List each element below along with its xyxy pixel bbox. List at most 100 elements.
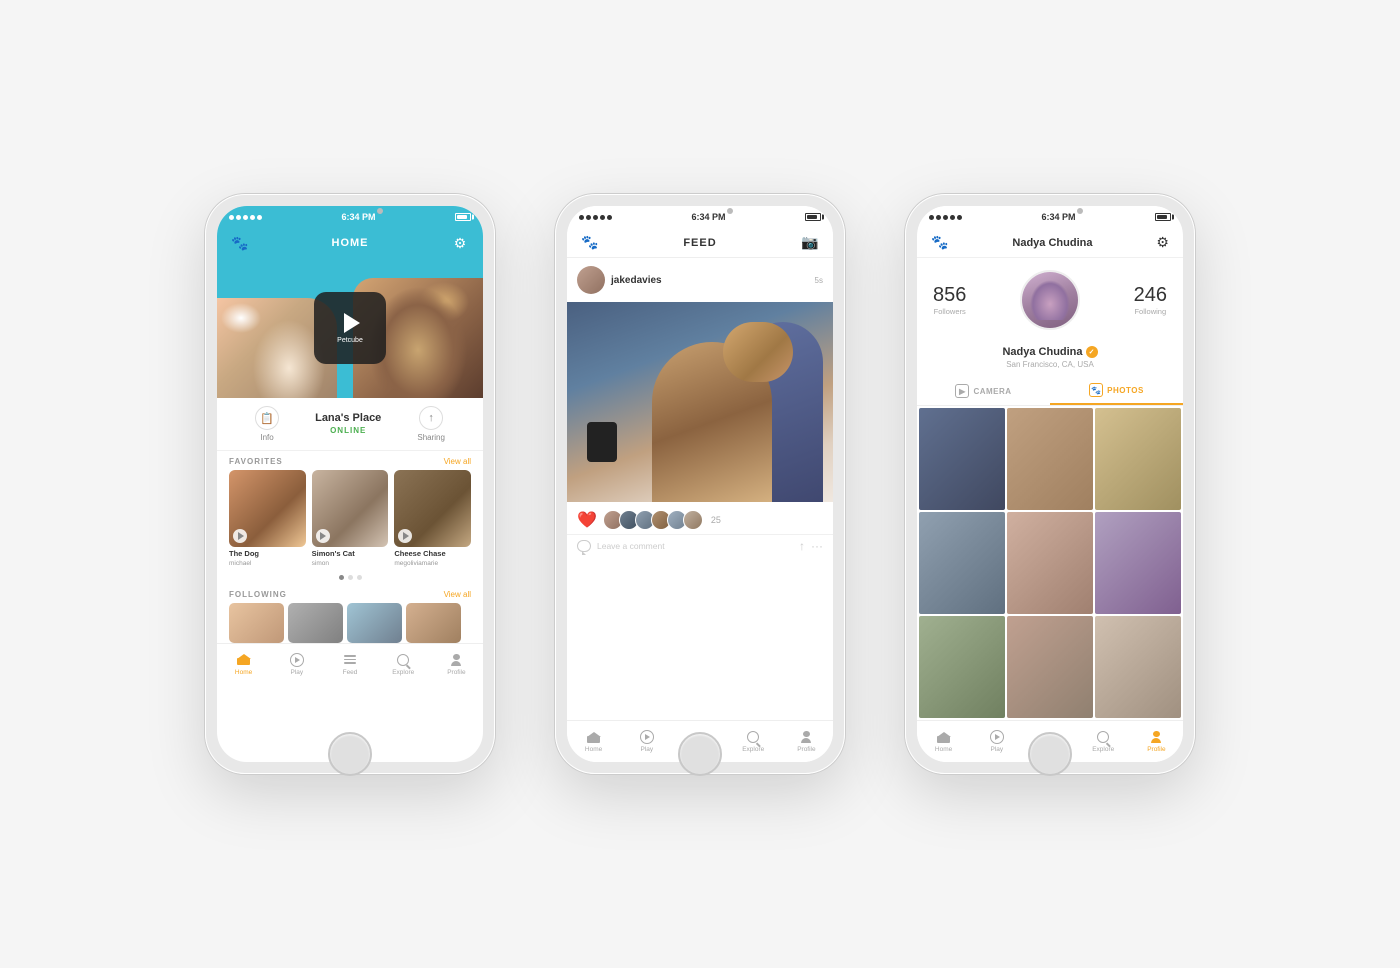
following-thumb-1[interactable] — [288, 603, 343, 643]
grid-photo-8[interactable] — [1095, 616, 1181, 718]
following-view-all[interactable]: View all — [444, 590, 471, 599]
feed-icon-1 — [344, 655, 356, 665]
fav-name-2: Cheese Chase — [394, 549, 471, 558]
signal-dots-1 — [229, 215, 262, 220]
search-icon-3 — [1097, 731, 1109, 743]
fav-owner-0: michael — [229, 560, 306, 567]
share-icon[interactable]: ↑ — [799, 539, 805, 553]
following-row — [217, 603, 483, 643]
grid-photo-5[interactable] — [1095, 512, 1181, 614]
tab-photos[interactable]: 🐾 PHOTOS — [1050, 377, 1183, 405]
grid-photo-2[interactable] — [1095, 408, 1181, 510]
photos-tab-icon: 🐾 — [1089, 383, 1103, 397]
page-title-2: FEED — [683, 237, 716, 249]
grid-photo-0[interactable] — [919, 408, 1005, 510]
nav-home-3[interactable]: Home — [917, 730, 970, 753]
camera-icon-2[interactable]: 📷 — [801, 234, 819, 252]
status-time-3: 6:34 PM — [1041, 212, 1075, 222]
battery-3 — [1155, 213, 1171, 221]
more-icon[interactable]: ··· — [811, 539, 823, 553]
tab-camera[interactable]: ▶ CAMERA — [917, 377, 1050, 405]
photos-grid — [917, 406, 1183, 720]
phone-home: 6:34 PM 🐾 HOME ⚙ — [205, 194, 495, 774]
comment-placeholder[interactable]: Leave a comment — [597, 541, 793, 551]
following-thumb-3[interactable] — [406, 603, 461, 643]
petcube-overlay[interactable]: Petcube — [314, 292, 386, 364]
home-button-2[interactable] — [678, 732, 722, 776]
play-icon-2 — [640, 730, 654, 744]
grid-photo-4[interactable] — [1007, 512, 1093, 614]
profile-stats-row: 856 Followers 246 Following — [917, 258, 1183, 342]
home-button-3[interactable] — [1028, 732, 1072, 776]
likes-count: 25 — [711, 515, 721, 525]
feed-actions: ❤️ 25 — [567, 502, 833, 534]
signal-dots-2 — [579, 215, 612, 220]
nav-explore-1[interactable]: Explore — [377, 653, 430, 676]
phones-container: 6:34 PM 🐾 HOME ⚙ — [205, 194, 1195, 774]
nav-profile-1[interactable]: Profile — [430, 653, 483, 676]
following-header: FOLLOWING View all — [217, 584, 483, 603]
phone-feed: 6:34 PM 🐾 FEED 📷 jakedavies 5s — [555, 194, 845, 774]
nav-profile-3[interactable]: Profile — [1130, 730, 1183, 753]
nav-profile-2[interactable]: Profile — [780, 730, 833, 753]
liker-avatar-5 — [683, 510, 703, 530]
battery-2 — [805, 213, 821, 221]
nav-play-1[interactable]: Play — [270, 653, 323, 676]
fav-item-0[interactable]: The Dog michael — [229, 470, 306, 567]
post-header: jakedavies 5s — [567, 258, 833, 302]
profile-icon-2 — [801, 731, 811, 743]
followers-label: Followers — [934, 307, 966, 316]
following-thumb-2[interactable] — [347, 603, 402, 643]
home-icon-2 — [587, 732, 600, 743]
following-title: FOLLOWING — [229, 590, 287, 599]
play-icon-3 — [990, 730, 1004, 744]
paw-icon-2: 🐾 — [581, 234, 599, 252]
post-user[interactable]: jakedavies — [577, 266, 662, 294]
fav-item-1[interactable]: Simon's Cat simon — [312, 470, 389, 567]
carousel-dots — [217, 575, 483, 584]
comment-bubble-icon — [577, 540, 591, 552]
settings-icon-1[interactable]: ⚙ — [451, 234, 469, 252]
profile-tabs: ▶ CAMERA 🐾 PHOTOS — [917, 377, 1183, 406]
following-count: 246 — [1134, 285, 1167, 305]
page-title-1: HOME — [332, 237, 369, 249]
nav-explore-3[interactable]: Explore — [1077, 730, 1130, 753]
following-thumb-0[interactable] — [229, 603, 284, 643]
nav-home-1[interactable]: Home — [217, 653, 270, 676]
fav-play-0 — [233, 529, 247, 543]
camera-tab-icon: ▶ — [955, 384, 969, 398]
post-avatar — [577, 266, 605, 294]
nav-play-2[interactable]: Play — [620, 730, 673, 753]
info-button[interactable]: 📋 Info — [255, 406, 279, 442]
petcube-label: Petcube — [337, 337, 363, 344]
home-button-1[interactable] — [328, 732, 372, 776]
profile-nav-bar: 🐾 Nadya Chudina ⚙ — [917, 228, 1183, 258]
likes-avatars — [603, 510, 703, 530]
grid-photo-7[interactable] — [1007, 616, 1093, 718]
nav-home-2[interactable]: Home — [567, 730, 620, 753]
grid-photo-3[interactable] — [919, 512, 1005, 614]
online-status: ONLINE — [315, 426, 381, 441]
bottom-nav-1: Home Play Feed — [217, 643, 483, 685]
nav-feed-1[interactable]: Feed — [323, 653, 376, 676]
status-time-2: 6:34 PM — [691, 212, 725, 222]
profile-avatar[interactable] — [1020, 270, 1080, 330]
search-icon-2 — [747, 731, 759, 743]
profile-icon-1 — [451, 654, 461, 666]
followers-count: 856 — [933, 285, 966, 305]
play-icon-1 — [290, 653, 304, 667]
settings-icon-3[interactable]: ⚙ — [1156, 234, 1169, 251]
favorites-row: The Dog michael Simon's Cat simon — [217, 470, 483, 575]
favorites-header: FAVORITES View all — [217, 451, 483, 470]
fav-item-2[interactable]: Cheese Chase megoliviamarie — [394, 470, 471, 567]
nav-play-3[interactable]: Play — [970, 730, 1023, 753]
favorites-view-all[interactable]: View all — [444, 457, 471, 466]
nav-explore-2[interactable]: Explore — [727, 730, 780, 753]
grid-photo-6[interactable] — [919, 616, 1005, 718]
post-username: jakedavies — [611, 275, 662, 286]
search-icon-1 — [397, 654, 409, 666]
grid-photo-1[interactable] — [1007, 408, 1093, 510]
profile-name-section: Nadya Chudina ✓ San Francisco, CA, USA — [917, 342, 1183, 377]
sharing-button[interactable]: ↑ Sharing — [417, 406, 445, 442]
heart-icon[interactable]: ❤️ — [577, 510, 597, 530]
